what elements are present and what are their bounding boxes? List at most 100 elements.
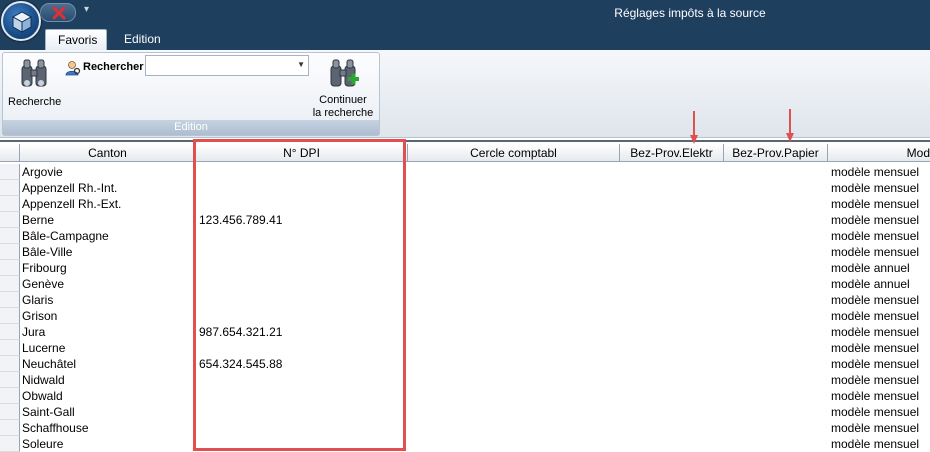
cell-canton[interactable]: Obwald bbox=[22, 389, 63, 403]
row-selector[interactable] bbox=[0, 404, 20, 420]
cell-canton[interactable]: Saint-Gall bbox=[22, 405, 75, 419]
continuer-recherche-button[interactable]: Continuer la recherche bbox=[307, 56, 379, 120]
cell-canton[interactable]: Bâle-Campagne bbox=[22, 229, 109, 243]
cell-mod[interactable]: modèle mensuel bbox=[831, 165, 919, 179]
tab-favoris[interactable]: Favoris bbox=[45, 29, 107, 50]
cell-mod[interactable]: modèle mensuel bbox=[831, 357, 919, 371]
continuer-label-line2: la recherche bbox=[312, 107, 374, 119]
title-bar: ▾ Réglages impôts à la source bbox=[0, 0, 930, 26]
annotation-arrow-icon bbox=[690, 111, 698, 144]
table-row[interactable]: Berne 123.456.789.41 modèle mensuel bbox=[0, 212, 930, 228]
cell-canton[interactable]: Berne bbox=[22, 213, 54, 227]
cell-canton[interactable]: Argovie bbox=[22, 165, 63, 179]
row-selector[interactable] bbox=[0, 356, 20, 372]
cell-mod[interactable]: modèle mensuel bbox=[831, 245, 919, 259]
cell-mod[interactable]: modèle mensuel bbox=[831, 437, 919, 451]
cell-canton[interactable]: Schaffhouse bbox=[22, 421, 89, 435]
cell-canton[interactable]: Glaris bbox=[22, 293, 53, 307]
rechercher-combobox[interactable]: ▼ bbox=[145, 55, 309, 76]
table-row[interactable]: Bâle-Campagne modèle mensuel bbox=[0, 228, 930, 244]
rechercher-label: Rechercher bbox=[83, 61, 144, 73]
row-selector[interactable] bbox=[0, 436, 20, 452]
table-row[interactable]: Soleure modèle mensuel bbox=[0, 436, 930, 452]
cell-mod[interactable]: modèle mensuel bbox=[831, 197, 919, 211]
table-row[interactable]: Appenzell Rh.-Int. modèle mensuel bbox=[0, 180, 930, 196]
cell-mod[interactable]: modèle mensuel bbox=[831, 373, 919, 387]
table-row[interactable]: Genève modèle annuel bbox=[0, 276, 930, 292]
cell-canton[interactable]: Fribourg bbox=[22, 261, 67, 275]
table-row[interactable]: Glaris modèle mensuel bbox=[0, 292, 930, 308]
cell-mod[interactable]: modèle mensuel bbox=[831, 421, 919, 435]
cell-canton[interactable]: Lucerne bbox=[22, 341, 65, 355]
row-selector[interactable] bbox=[0, 324, 20, 340]
row-selector[interactable] bbox=[0, 260, 20, 276]
row-selector[interactable] bbox=[0, 180, 20, 196]
column-header-mod[interactable]: Mod bbox=[828, 144, 930, 162]
row-selector[interactable] bbox=[0, 308, 20, 324]
table-row[interactable]: Appenzell Rh.-Ext. modèle mensuel bbox=[0, 196, 930, 212]
row-selector[interactable] bbox=[0, 340, 20, 356]
table-row[interactable]: Fribourg modèle annuel bbox=[0, 260, 930, 276]
column-header-bez-prov-elektr[interactable]: Bez-Prov.Elektr bbox=[620, 144, 724, 162]
row-selector[interactable] bbox=[0, 244, 20, 260]
row-selector[interactable] bbox=[0, 420, 20, 436]
cell-canton[interactable]: Bâle-Ville bbox=[22, 245, 72, 259]
cell-canton[interactable]: Appenzell Rh.-Ext. bbox=[22, 197, 121, 211]
cell-mod[interactable]: modèle mensuel bbox=[831, 341, 919, 355]
table-row[interactable]: Lucerne modèle mensuel bbox=[0, 340, 930, 356]
column-header-bez-prov-papier[interactable]: Bez-Prov.Papier bbox=[724, 144, 828, 162]
ribbon-group-label: Edition bbox=[3, 120, 379, 135]
row-selector[interactable] bbox=[0, 276, 20, 292]
cell-dpi[interactable]: 654.324.545.88 bbox=[199, 357, 282, 371]
cell-canton[interactable]: Appenzell Rh.-Int. bbox=[22, 181, 117, 195]
column-header-cercle-comptable[interactable]: Cercle comptabl bbox=[408, 144, 620, 162]
binoculars-icon bbox=[21, 59, 47, 87]
column-header-mod-label: Mod bbox=[906, 146, 930, 160]
cell-mod[interactable]: modèle mensuel bbox=[831, 293, 919, 307]
table-row[interactable]: Saint-Gall modèle mensuel bbox=[0, 404, 930, 420]
cell-canton[interactable]: Soleure bbox=[22, 437, 63, 451]
row-selector-header[interactable] bbox=[0, 144, 20, 162]
table-row[interactable]: Grison modèle mensuel bbox=[0, 308, 930, 324]
cell-canton[interactable]: Genève bbox=[22, 277, 64, 291]
recherche-button[interactable]: Recherche bbox=[6, 56, 64, 112]
row-selector[interactable] bbox=[0, 388, 20, 404]
tab-edition[interactable]: Edition bbox=[112, 29, 172, 50]
cell-mod[interactable]: modèle mensuel bbox=[831, 325, 919, 339]
row-selector[interactable] bbox=[0, 372, 20, 388]
cell-dpi[interactable]: 987.654.321.21 bbox=[199, 325, 282, 339]
table-row[interactable]: Neuchâtel 654.324.545.88 modèle mensuel bbox=[0, 356, 930, 372]
column-header-canton[interactable]: Canton bbox=[20, 144, 196, 162]
row-selector[interactable] bbox=[0, 164, 20, 180]
chevron-down-icon[interactable]: ▼ bbox=[297, 60, 305, 69]
row-selector[interactable] bbox=[0, 196, 20, 212]
cell-mod[interactable]: modèle mensuel bbox=[831, 309, 919, 323]
continuer-label-line1: Continuer bbox=[319, 94, 367, 106]
ribbon-group-edition: Recherche Rechercher ▼ Continuer la rech… bbox=[2, 52, 380, 136]
cell-dpi[interactable]: 123.456.789.41 bbox=[199, 213, 282, 227]
row-selector[interactable] bbox=[0, 212, 20, 228]
cantons-grid: Canton N° DPI Cercle comptabl Bez-Prov.E… bbox=[0, 140, 930, 452]
cell-canton[interactable]: Neuchâtel bbox=[22, 357, 76, 371]
column-header-dpi[interactable]: N° DPI bbox=[196, 144, 408, 162]
cell-canton[interactable]: Jura bbox=[22, 325, 45, 339]
cell-mod[interactable]: modèle mensuel bbox=[831, 229, 919, 243]
table-row[interactable]: Obwald modèle mensuel bbox=[0, 388, 930, 404]
cell-mod[interactable]: modèle mensuel bbox=[831, 213, 919, 227]
table-row[interactable]: Argovie modèle mensuel bbox=[0, 164, 930, 180]
user-search-icon bbox=[65, 61, 81, 76]
cell-mod[interactable]: modèle mensuel bbox=[831, 405, 919, 419]
table-row[interactable]: Bâle-Ville modèle mensuel bbox=[0, 244, 930, 260]
table-row[interactable]: Schaffhouse modèle mensuel bbox=[0, 420, 930, 436]
row-selector[interactable] bbox=[0, 292, 20, 308]
cell-mod[interactable]: modèle annuel bbox=[831, 277, 910, 291]
row-selector[interactable] bbox=[0, 228, 20, 244]
cell-canton[interactable]: Grison bbox=[22, 309, 57, 323]
cell-canton[interactable]: Nidwald bbox=[22, 373, 65, 387]
cell-mod[interactable]: modèle mensuel bbox=[831, 389, 919, 403]
cell-mod[interactable]: modèle mensuel bbox=[831, 181, 919, 195]
app-menu-button[interactable] bbox=[1, 1, 41, 41]
table-row[interactable]: Jura 987.654.321.21 modèle mensuel bbox=[0, 324, 930, 340]
cell-mod[interactable]: modèle annuel bbox=[831, 261, 910, 275]
table-row[interactable]: Nidwald modèle mensuel bbox=[0, 372, 930, 388]
